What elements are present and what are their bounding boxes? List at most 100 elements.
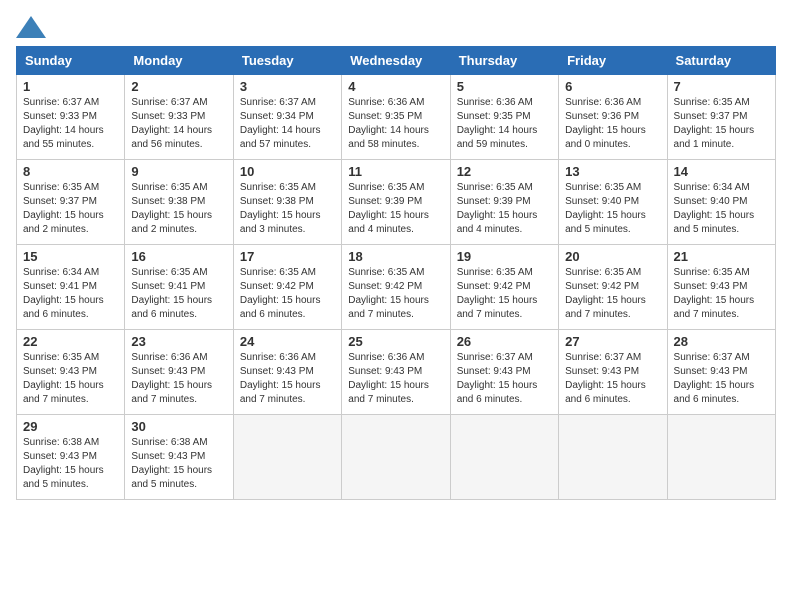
day-number: 10 bbox=[240, 164, 335, 179]
calendar-day-header: Saturday bbox=[667, 47, 775, 75]
calendar-day-cell bbox=[450, 415, 558, 500]
day-info: Sunrise: 6:35 AMSunset: 9:37 PMDaylight:… bbox=[23, 181, 118, 237]
logo-icon bbox=[16, 16, 46, 38]
day-number: 1 bbox=[23, 79, 118, 94]
calendar-day-cell: 17 Sunrise: 6:35 AMSunset: 9:42 PMDaylig… bbox=[233, 245, 341, 330]
calendar-day-header: Thursday bbox=[450, 47, 558, 75]
day-number: 15 bbox=[23, 249, 118, 264]
day-info: Sunrise: 6:35 AMSunset: 9:38 PMDaylight:… bbox=[240, 181, 335, 237]
calendar-day-cell: 14 Sunrise: 6:34 AMSunset: 9:40 PMDaylig… bbox=[667, 160, 775, 245]
day-number: 6 bbox=[565, 79, 660, 94]
calendar-table: SundayMondayTuesdayWednesdayThursdayFrid… bbox=[16, 46, 776, 500]
logo bbox=[16, 16, 50, 38]
calendar-day-header: Tuesday bbox=[233, 47, 341, 75]
calendar-day-cell: 8 Sunrise: 6:35 AMSunset: 9:37 PMDayligh… bbox=[17, 160, 125, 245]
day-info: Sunrise: 6:35 AMSunset: 9:43 PMDaylight:… bbox=[23, 351, 118, 407]
calendar-day-header: Wednesday bbox=[342, 47, 450, 75]
day-info: Sunrise: 6:35 AMSunset: 9:42 PMDaylight:… bbox=[240, 266, 335, 322]
day-info: Sunrise: 6:35 AMSunset: 9:43 PMDaylight:… bbox=[674, 266, 769, 322]
calendar-day-cell: 6 Sunrise: 6:36 AMSunset: 9:36 PMDayligh… bbox=[559, 75, 667, 160]
day-number: 7 bbox=[674, 79, 769, 94]
calendar-day-cell bbox=[233, 415, 341, 500]
day-number: 18 bbox=[348, 249, 443, 264]
day-info: Sunrise: 6:38 AMSunset: 9:43 PMDaylight:… bbox=[131, 436, 226, 492]
day-number: 21 bbox=[674, 249, 769, 264]
day-number: 22 bbox=[23, 334, 118, 349]
day-number: 24 bbox=[240, 334, 335, 349]
calendar-week-row: 8 Sunrise: 6:35 AMSunset: 9:37 PMDayligh… bbox=[17, 160, 776, 245]
day-info: Sunrise: 6:37 AMSunset: 9:33 PMDaylight:… bbox=[23, 96, 118, 152]
calendar-day-cell: 1 Sunrise: 6:37 AMSunset: 9:33 PMDayligh… bbox=[17, 75, 125, 160]
day-info: Sunrise: 6:35 AMSunset: 9:38 PMDaylight:… bbox=[131, 181, 226, 237]
day-number: 23 bbox=[131, 334, 226, 349]
day-number: 4 bbox=[348, 79, 443, 94]
day-info: Sunrise: 6:37 AMSunset: 9:34 PMDaylight:… bbox=[240, 96, 335, 152]
calendar-day-cell: 19 Sunrise: 6:35 AMSunset: 9:42 PMDaylig… bbox=[450, 245, 558, 330]
calendar-day-cell: 27 Sunrise: 6:37 AMSunset: 9:43 PMDaylig… bbox=[559, 330, 667, 415]
day-info: Sunrise: 6:36 AMSunset: 9:43 PMDaylight:… bbox=[240, 351, 335, 407]
day-info: Sunrise: 6:36 AMSunset: 9:35 PMDaylight:… bbox=[457, 96, 552, 152]
calendar-day-cell: 7 Sunrise: 6:35 AMSunset: 9:37 PMDayligh… bbox=[667, 75, 775, 160]
day-number: 12 bbox=[457, 164, 552, 179]
day-number: 29 bbox=[23, 419, 118, 434]
day-number: 16 bbox=[131, 249, 226, 264]
day-info: Sunrise: 6:34 AMSunset: 9:40 PMDaylight:… bbox=[674, 181, 769, 237]
day-number: 30 bbox=[131, 419, 226, 434]
page-header bbox=[16, 16, 776, 38]
calendar-week-row: 15 Sunrise: 6:34 AMSunset: 9:41 PMDaylig… bbox=[17, 245, 776, 330]
day-number: 13 bbox=[565, 164, 660, 179]
calendar-header-row: SundayMondayTuesdayWednesdayThursdayFrid… bbox=[17, 47, 776, 75]
day-info: Sunrise: 6:35 AMSunset: 9:42 PMDaylight:… bbox=[565, 266, 660, 322]
calendar-day-cell: 10 Sunrise: 6:35 AMSunset: 9:38 PMDaylig… bbox=[233, 160, 341, 245]
calendar-day-cell: 5 Sunrise: 6:36 AMSunset: 9:35 PMDayligh… bbox=[450, 75, 558, 160]
calendar-day-cell: 30 Sunrise: 6:38 AMSunset: 9:43 PMDaylig… bbox=[125, 415, 233, 500]
day-info: Sunrise: 6:38 AMSunset: 9:43 PMDaylight:… bbox=[23, 436, 118, 492]
day-number: 9 bbox=[131, 164, 226, 179]
day-number: 25 bbox=[348, 334, 443, 349]
calendar-day-cell: 2 Sunrise: 6:37 AMSunset: 9:33 PMDayligh… bbox=[125, 75, 233, 160]
day-number: 27 bbox=[565, 334, 660, 349]
day-info: Sunrise: 6:35 AMSunset: 9:39 PMDaylight:… bbox=[348, 181, 443, 237]
calendar-day-cell: 23 Sunrise: 6:36 AMSunset: 9:43 PMDaylig… bbox=[125, 330, 233, 415]
calendar-day-header: Sunday bbox=[17, 47, 125, 75]
calendar-day-cell: 15 Sunrise: 6:34 AMSunset: 9:41 PMDaylig… bbox=[17, 245, 125, 330]
calendar-day-header: Monday bbox=[125, 47, 233, 75]
day-number: 5 bbox=[457, 79, 552, 94]
day-number: 20 bbox=[565, 249, 660, 264]
day-number: 2 bbox=[131, 79, 226, 94]
day-number: 3 bbox=[240, 79, 335, 94]
day-info: Sunrise: 6:35 AMSunset: 9:42 PMDaylight:… bbox=[348, 266, 443, 322]
calendar-day-cell: 16 Sunrise: 6:35 AMSunset: 9:41 PMDaylig… bbox=[125, 245, 233, 330]
day-number: 28 bbox=[674, 334, 769, 349]
calendar-day-cell: 29 Sunrise: 6:38 AMSunset: 9:43 PMDaylig… bbox=[17, 415, 125, 500]
calendar-day-cell: 11 Sunrise: 6:35 AMSunset: 9:39 PMDaylig… bbox=[342, 160, 450, 245]
day-number: 26 bbox=[457, 334, 552, 349]
calendar-day-cell bbox=[667, 415, 775, 500]
day-info: Sunrise: 6:34 AMSunset: 9:41 PMDaylight:… bbox=[23, 266, 118, 322]
day-number: 14 bbox=[674, 164, 769, 179]
day-info: Sunrise: 6:35 AMSunset: 9:39 PMDaylight:… bbox=[457, 181, 552, 237]
day-info: Sunrise: 6:36 AMSunset: 9:43 PMDaylight:… bbox=[348, 351, 443, 407]
calendar-day-cell: 25 Sunrise: 6:36 AMSunset: 9:43 PMDaylig… bbox=[342, 330, 450, 415]
day-info: Sunrise: 6:37 AMSunset: 9:43 PMDaylight:… bbox=[457, 351, 552, 407]
calendar-day-cell: 21 Sunrise: 6:35 AMSunset: 9:43 PMDaylig… bbox=[667, 245, 775, 330]
day-info: Sunrise: 6:36 AMSunset: 9:36 PMDaylight:… bbox=[565, 96, 660, 152]
calendar-day-cell: 24 Sunrise: 6:36 AMSunset: 9:43 PMDaylig… bbox=[233, 330, 341, 415]
day-info: Sunrise: 6:37 AMSunset: 9:43 PMDaylight:… bbox=[565, 351, 660, 407]
calendar-day-cell: 28 Sunrise: 6:37 AMSunset: 9:43 PMDaylig… bbox=[667, 330, 775, 415]
day-info: Sunrise: 6:35 AMSunset: 9:42 PMDaylight:… bbox=[457, 266, 552, 322]
day-info: Sunrise: 6:35 AMSunset: 9:37 PMDaylight:… bbox=[674, 96, 769, 152]
day-number: 17 bbox=[240, 249, 335, 264]
day-number: 19 bbox=[457, 249, 552, 264]
calendar-day-cell: 3 Sunrise: 6:37 AMSunset: 9:34 PMDayligh… bbox=[233, 75, 341, 160]
day-info: Sunrise: 6:36 AMSunset: 9:35 PMDaylight:… bbox=[348, 96, 443, 152]
calendar-week-row: 29 Sunrise: 6:38 AMSunset: 9:43 PMDaylig… bbox=[17, 415, 776, 500]
calendar-day-cell: 12 Sunrise: 6:35 AMSunset: 9:39 PMDaylig… bbox=[450, 160, 558, 245]
calendar-day-cell: 20 Sunrise: 6:35 AMSunset: 9:42 PMDaylig… bbox=[559, 245, 667, 330]
calendar-day-cell bbox=[342, 415, 450, 500]
day-info: Sunrise: 6:37 AMSunset: 9:43 PMDaylight:… bbox=[674, 351, 769, 407]
day-info: Sunrise: 6:35 AMSunset: 9:41 PMDaylight:… bbox=[131, 266, 226, 322]
calendar-day-cell: 26 Sunrise: 6:37 AMSunset: 9:43 PMDaylig… bbox=[450, 330, 558, 415]
calendar-day-cell: 9 Sunrise: 6:35 AMSunset: 9:38 PMDayligh… bbox=[125, 160, 233, 245]
calendar-day-header: Friday bbox=[559, 47, 667, 75]
